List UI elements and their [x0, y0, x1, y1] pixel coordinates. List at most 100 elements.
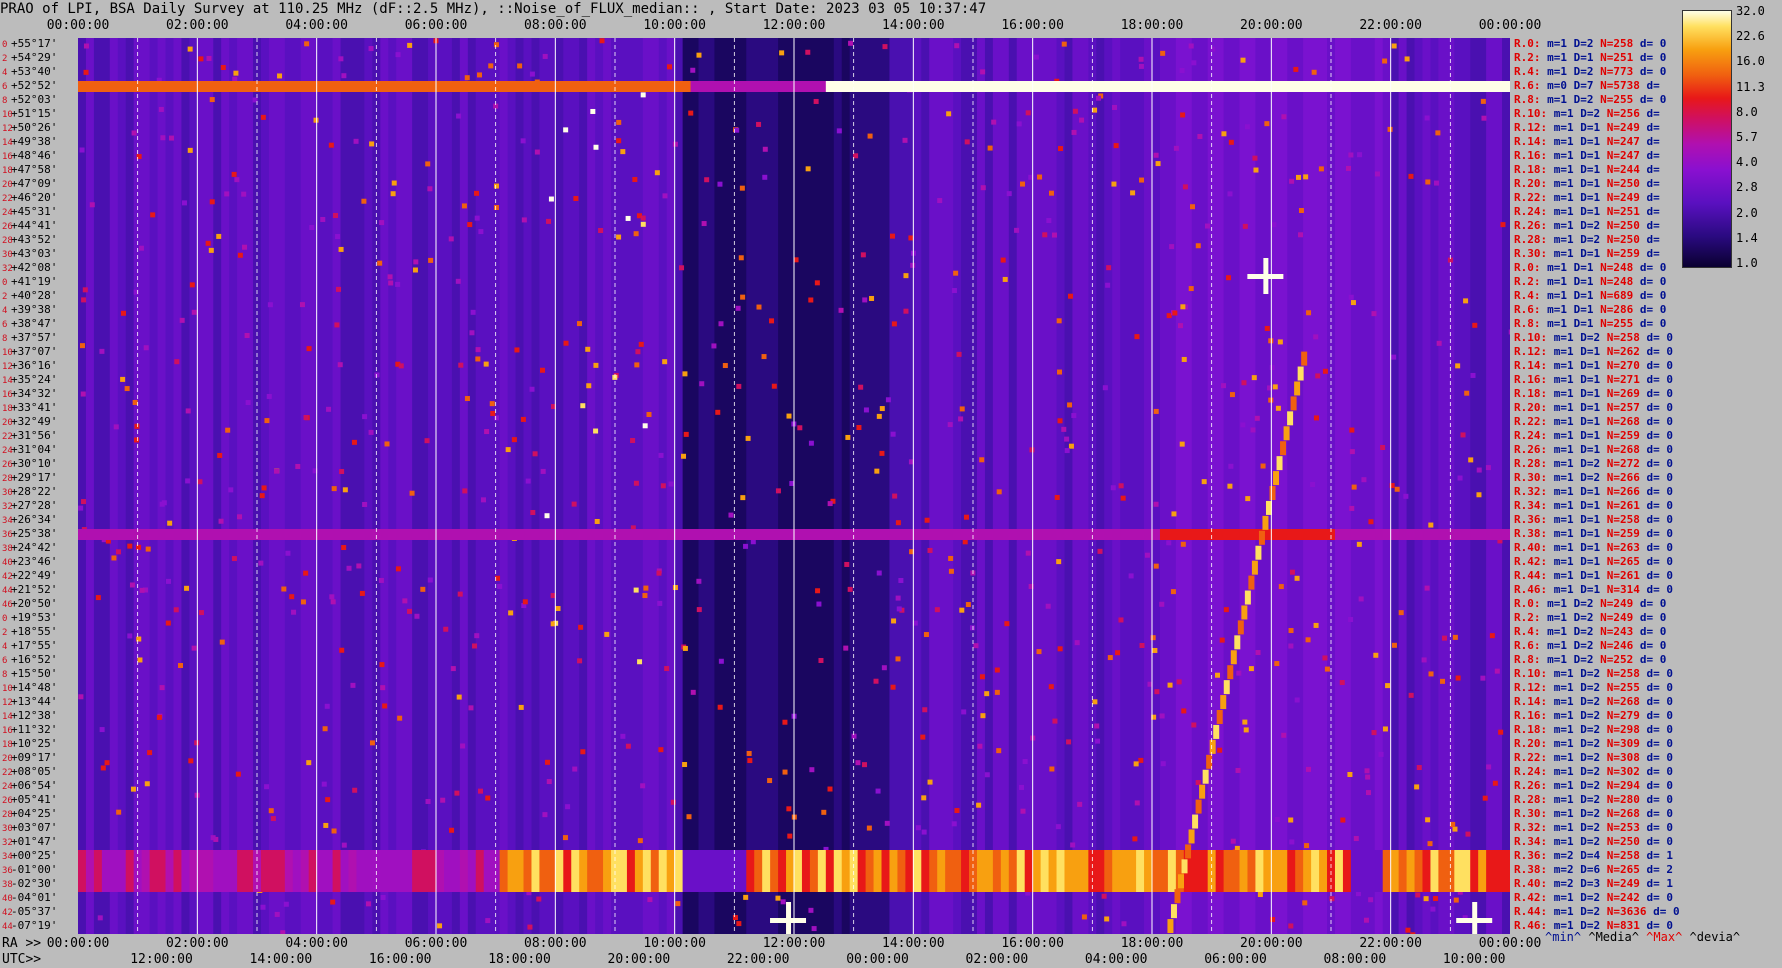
heatmap-spot [1289, 178, 1295, 184]
heatmap-spot [890, 431, 896, 437]
row-stat-d: D=2 [1580, 457, 1601, 470]
bright-row-cell [1462, 529, 1471, 540]
heatmap-spot [218, 518, 224, 524]
row-stat: R.18: m=1 D=1 N=244 d= [1514, 163, 1660, 176]
heatmap-spot [633, 231, 639, 237]
heatmap-spot [775, 488, 781, 494]
band-cell [205, 850, 214, 892]
bright-row-cell [953, 529, 962, 540]
heatmap-spot [518, 704, 524, 710]
heatmap-column [770, 38, 779, 934]
bright-row-cell [1303, 529, 1312, 540]
bright-row-cell [1016, 81, 1026, 92]
heatmap-spot [1170, 589, 1176, 595]
heatmap-column [1406, 38, 1416, 934]
heatmap-spot [474, 190, 480, 196]
bright-row-cell [929, 529, 938, 540]
heatmap-column [316, 38, 326, 934]
heatmap-column [929, 38, 938, 934]
row-stat-d: D=1 [1580, 177, 1601, 190]
bright-row-cell [173, 81, 182, 92]
bright-row-cell [499, 81, 509, 92]
heatmap-spot [732, 915, 738, 921]
heatmap-spot [1113, 143, 1119, 149]
bright-row-cell [809, 529, 819, 540]
row-stat-r: R.6: [1514, 79, 1541, 92]
row-stat-m: m=1 [1547, 93, 1567, 106]
declination-value: +37°57' [11, 331, 58, 344]
row-stat: R.24: m=1 D=2 N=302 d= 0 [1514, 765, 1673, 778]
row-stat-v: d= [1646, 191, 1660, 204]
heatmap-spot [1421, 657, 1427, 663]
heatmap-plot[interactable] [78, 38, 1510, 934]
heatmap-spot [1042, 232, 1048, 238]
heatmap-spot [643, 585, 649, 591]
declination-label: 30+03°07' [2, 821, 57, 836]
heatmap-spot [717, 181, 723, 187]
heatmap-spot [646, 411, 652, 417]
heatmap-spot [143, 345, 149, 351]
declination-label: 0 +55°17' [2, 37, 57, 52]
top-time-tick: 06:00:00 [404, 18, 468, 33]
heatmap-spot [1391, 354, 1397, 360]
row-stat-m: m=1 [1553, 331, 1574, 344]
heatmap-spot [1177, 323, 1183, 329]
band-cell [770, 850, 779, 892]
declination-value: +23°46' [11, 555, 58, 568]
heatmap-spot [1221, 131, 1227, 137]
declination-value: +03°07' [11, 821, 58, 834]
heatmap-column [595, 38, 604, 934]
row-stat-v: d= 0 [1646, 457, 1674, 470]
row-stat-v: d= 0 [1646, 667, 1674, 680]
row-stat-r: R.20: [1514, 737, 1548, 750]
heatmap-spot [866, 825, 872, 831]
heatmap-spot [1138, 56, 1144, 62]
declination-label: 14+12°38' [2, 709, 57, 724]
row-stat-d: D=1 [1573, 51, 1594, 64]
row-stat-d: D=2 [1573, 597, 1594, 610]
heatmap-spot [475, 356, 481, 362]
heatmap-spot [413, 259, 419, 265]
heatmap-spot [1052, 718, 1058, 724]
row-stat: R.32: m=1 D=2 N=253 d= 0 [1514, 821, 1673, 834]
band-cell [1128, 850, 1137, 892]
bright-row-cell [141, 529, 151, 540]
band-cell [157, 850, 167, 892]
heatmap-spot [185, 408, 191, 414]
bright-row-cell [642, 529, 652, 540]
heatmap-spot [1195, 243, 1201, 249]
ra-tick: 16:00:00 [1001, 936, 1064, 951]
heatmap-column [945, 38, 954, 934]
row-stat-d: D=1 [1580, 499, 1601, 512]
band-cell [173, 850, 182, 892]
row-stat-n: N=243 [1600, 625, 1634, 638]
declination-label: 10+51°15' [2, 107, 57, 122]
heatmap-spot [816, 601, 822, 607]
row-stat-n: N=259 [1606, 527, 1640, 540]
band-cell [324, 850, 334, 892]
heatmap-column [992, 38, 1002, 934]
band-cell [1247, 850, 1256, 892]
heatmap-spot [604, 631, 610, 637]
heatmap-spot [1368, 897, 1374, 903]
heatmap-spot [488, 63, 494, 69]
bright-row-cell [507, 81, 517, 92]
heatmap-spot [187, 46, 193, 52]
heatmap-spot [329, 594, 335, 600]
row-stat-n: N=250 [1606, 219, 1640, 232]
row-stat-m: m=1 [1553, 471, 1574, 484]
declination-value: +47°09' [11, 177, 58, 190]
heatmap-spot [120, 376, 126, 382]
row-stat: R.34: m=1 D=1 N=261 d= 0 [1514, 499, 1673, 512]
heatmap-spot [1288, 923, 1294, 929]
row-stat-d: D=3 [1580, 877, 1601, 890]
declination-label: 10+37°07' [2, 345, 57, 360]
row-stat-n: N=246 [1600, 639, 1634, 652]
row-stat-v: d= 0 [1639, 275, 1667, 288]
heatmap-column [1136, 38, 1145, 934]
heatmap-spot [891, 618, 897, 624]
row-stat: R.30: m=1 D=2 N=266 d= 0 [1514, 471, 1673, 484]
heatmap-spot [505, 447, 511, 453]
heatmap-spot [1230, 838, 1236, 844]
bright-row-cell [1486, 81, 1495, 92]
